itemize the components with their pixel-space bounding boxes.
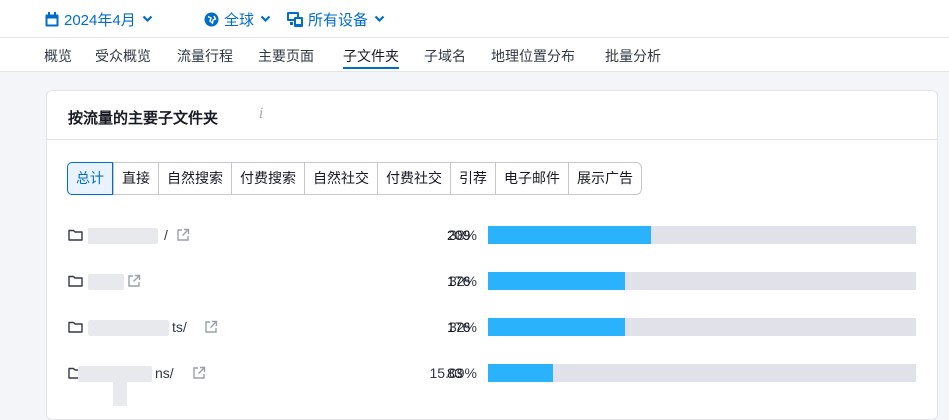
segment-paid-social[interactable]: 付费社交 — [377, 163, 450, 194]
folder-icon — [68, 275, 83, 287]
tab-top-pages[interactable]: 主要页面 — [258, 46, 314, 70]
segment-email[interactable]: 电子邮件 — [495, 163, 568, 194]
redacted-path — [88, 274, 124, 290]
tab-subdomains[interactable]: 子域名 — [424, 46, 466, 70]
tab-overview[interactable]: 概览 — [44, 46, 72, 70]
table-row: ts/ 32% 176 — [47, 316, 937, 340]
tab-subfolders[interactable]: 子文件夹 — [343, 46, 399, 70]
subfolder-link[interactable]: ns/ — [155, 365, 174, 381]
tab-traffic-journey[interactable]: 流量行程 — [177, 46, 233, 70]
tab-geo-distribution[interactable]: 地理位置分布 — [491, 46, 575, 70]
traffic-share-bar-fill — [488, 226, 651, 244]
segment-referral[interactable]: 引荐 — [450, 163, 495, 194]
redacted-path — [88, 228, 158, 244]
region-filter-label: 全球 — [224, 11, 255, 29]
traffic-source-selector: 总计 直接 自然搜索 付费搜索 自然社交 付费社交 引荐 电子邮件 展示广告 — [67, 162, 642, 195]
external-link-icon[interactable] — [204, 320, 218, 334]
tab-bulk-analysis[interactable]: 批量分析 — [605, 46, 661, 70]
traffic-share-bar-fill — [488, 364, 553, 382]
traffic-count: 176 — [447, 319, 471, 335]
external-link-icon[interactable] — [176, 228, 190, 242]
subfolder-link[interactable]: ts/ — [172, 319, 187, 335]
traffic-share-bar — [488, 272, 916, 290]
traffic-count: 176 — [447, 273, 471, 289]
segment-organic-social[interactable]: 自然社交 — [304, 163, 377, 194]
table-row: ns/ 15.09% 83 — [47, 362, 937, 386]
traffic-share-bar — [488, 318, 916, 336]
chevron-down-icon — [142, 15, 152, 23]
redaction-mark — [113, 380, 127, 406]
chevron-down-icon — [260, 15, 271, 23]
traffic-share-bar-fill — [488, 272, 625, 290]
external-link-icon[interactable] — [127, 274, 141, 288]
traffic-share-bar — [488, 364, 916, 382]
traffic-count: 209 — [447, 227, 471, 243]
table-row: / 38% 209 — [47, 224, 937, 248]
globe-icon — [204, 12, 219, 26]
region-filter[interactable]: 全球 — [204, 8, 271, 30]
report-tabs: 概览 受众概览 流量行程 主要页面 子文件夹 子域名 地理位置分布 批量分析 — [0, 38, 949, 72]
info-icon[interactable]: i — [259, 106, 263, 122]
device-filter-label: 所有设备 — [308, 11, 369, 29]
date-filter[interactable]: 2024年4月 — [45, 8, 153, 30]
card-title: 按流量的主要子文件夹 — [68, 110, 219, 127]
segment-paid-search[interactable]: 付费搜索 — [231, 163, 304, 194]
devices-icon — [287, 11, 303, 27]
segment-direct[interactable]: 直接 — [113, 163, 158, 194]
traffic-share-bar — [488, 226, 916, 244]
table-row: 32% 176 — [47, 270, 937, 294]
redacted-path — [88, 320, 169, 336]
calendar-icon — [45, 11, 59, 26]
external-link-icon[interactable] — [192, 366, 206, 380]
folder-icon — [68, 321, 83, 333]
date-filter-label: 2024年4月 — [64, 11, 136, 29]
tab-audience-overview[interactable]: 受众概览 — [95, 46, 151, 70]
top-subfolders-card: 按流量的主要子文件夹 i 总计 直接 自然搜索 付费搜索 自然社交 付费社交 引… — [46, 90, 938, 420]
traffic-count: 83 — [447, 365, 463, 381]
traffic-share-bar-fill — [488, 318, 625, 336]
segment-display-ads[interactable]: 展示广告 — [568, 163, 641, 194]
chevron-down-icon — [374, 15, 385, 23]
segment-organic-search[interactable]: 自然搜索 — [158, 163, 231, 194]
segment-total[interactable]: 总计 — [67, 162, 113, 195]
subfolder-link[interactable]: / — [164, 227, 168, 243]
card-header: 按流量的主要子文件夹 i — [47, 91, 937, 140]
folder-icon — [68, 229, 83, 241]
device-filter[interactable]: 所有设备 — [287, 8, 385, 30]
filter-bar: 2024年4月 全球 所有设备 — [0, 0, 949, 38]
